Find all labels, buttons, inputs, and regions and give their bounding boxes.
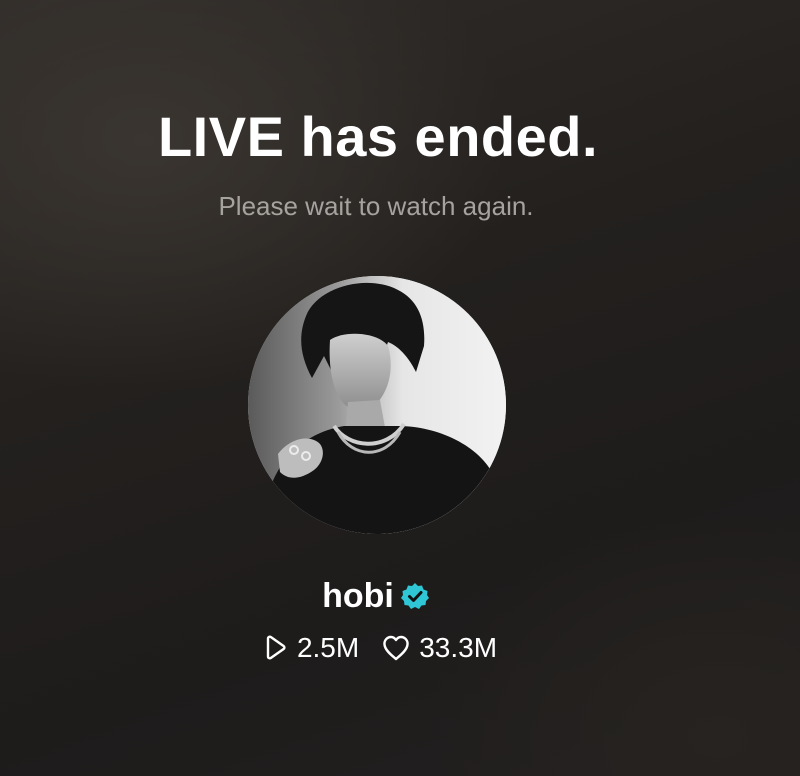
heart-icon <box>381 633 411 663</box>
live-ended-subtitle: Please wait to watch again. <box>218 191 534 221</box>
artist-name-row[interactable]: hobi <box>0 576 752 616</box>
play-icon <box>259 633 289 663</box>
avatar-photo <box>248 276 506 534</box>
live-ended-screen: LIVE has ended. Please wait to watch aga… <box>0 0 800 776</box>
verified-badge-icon <box>400 581 430 611</box>
live-ended-title: LIVE has ended. <box>157 105 599 168</box>
likes-count: 33.3M <box>419 632 498 663</box>
plays-stat: 2.5M <box>259 630 359 666</box>
plays-count: 2.5M <box>296 632 360 663</box>
likes-stat: 33.3M <box>381 630 497 666</box>
live-stats: 2.5M 33.3M <box>0 630 756 666</box>
artist-name[interactable]: hobi <box>322 576 394 616</box>
artist-avatar[interactable] <box>248 276 506 534</box>
